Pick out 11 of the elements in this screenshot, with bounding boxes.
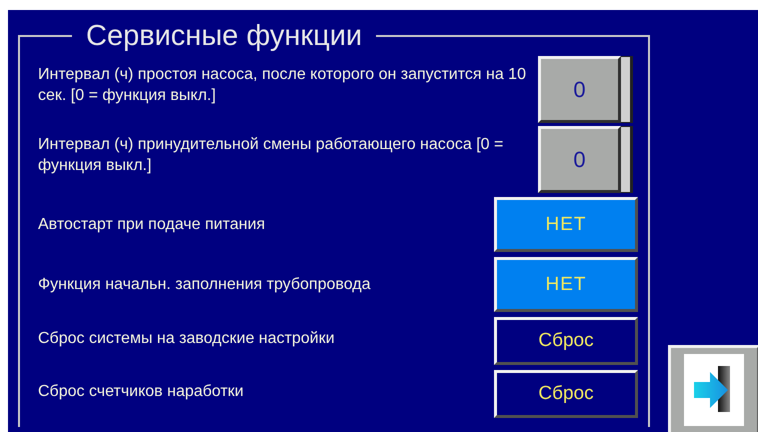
setting-label: Функция начальн. заполнения трубопровода bbox=[38, 275, 370, 295]
exit-button[interactable] bbox=[668, 345, 758, 432]
setting-label: Сброс счетчиков наработки bbox=[38, 382, 244, 402]
setting-label: Интервал (ч) простоя насоса, после которого он запустится на 10 сек. [0 = функция выкл.] bbox=[38, 64, 527, 106]
toggle-button[interactable]: НЕТ bbox=[494, 197, 638, 252]
toggle-button[interactable]: НЕТ bbox=[494, 257, 638, 312]
setting-label: Сброс системы на заводские настройки bbox=[38, 328, 335, 348]
setting-label: Автостарт при подаче питания bbox=[38, 215, 266, 235]
reset-button[interactable]: Сброс bbox=[494, 317, 638, 365]
reset-button[interactable]: Сброс bbox=[494, 370, 638, 418]
setting-label: Интервал (ч) принудительной смены работающего насоса [0 = функция выкл.] bbox=[38, 134, 504, 176]
